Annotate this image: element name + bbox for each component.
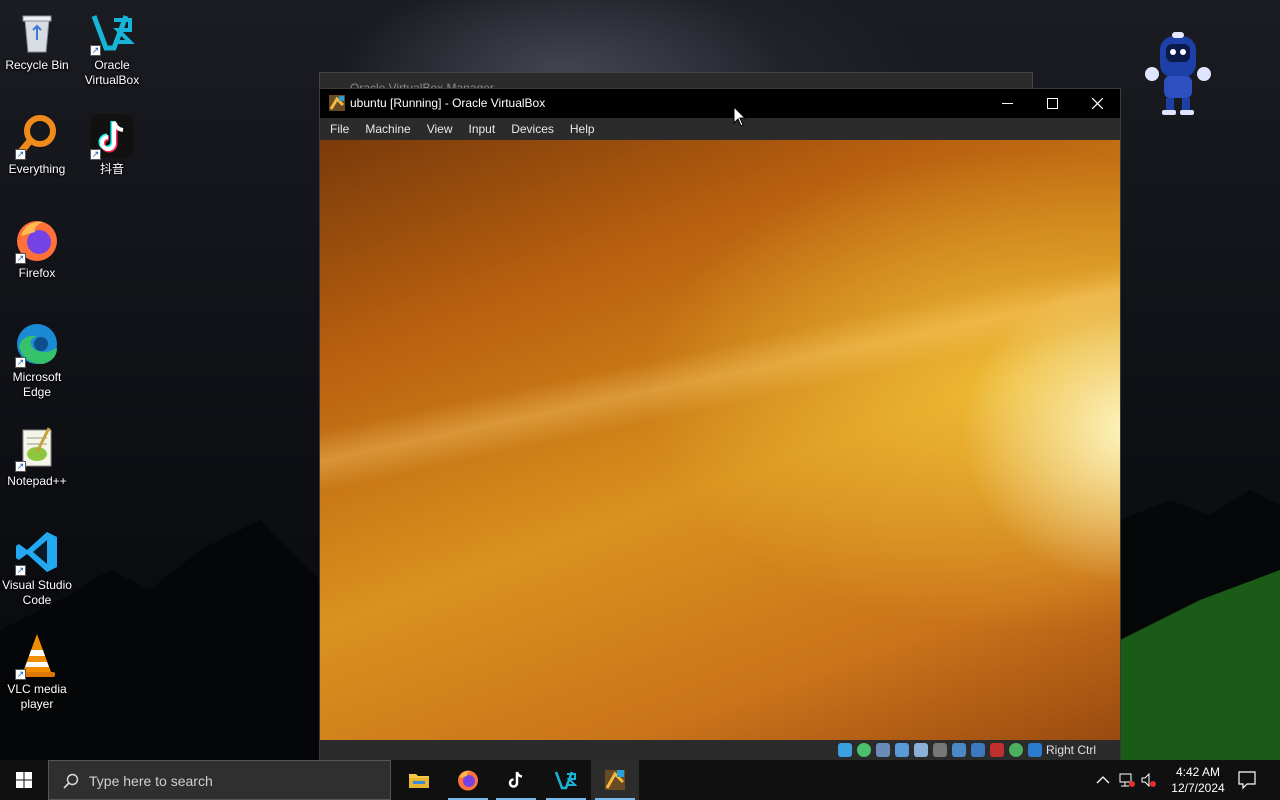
desktop-icon-douyin[interactable]: ↗ 抖音 [75,112,149,177]
mouse-cursor-icon [733,106,747,127]
shortcut-arrow-icon: ↗ [15,357,26,368]
hard-disk-icon[interactable] [838,743,852,757]
taskbar-search-box[interactable]: Type here to search [48,760,391,800]
windows-logo-icon [16,772,32,788]
desktop-icon-vlc[interactable]: ↗ VLC media player [0,632,74,712]
virtualbox-icon [554,771,578,790]
firefox-icon [458,770,478,791]
edge-icon: ↗ [13,320,61,368]
optical-drive-icon[interactable] [857,743,871,757]
host-key-label: Right Ctrl [1046,743,1097,757]
clock-date: 12/7/2024 [1171,781,1225,795]
taskbar-virtualbox-manager[interactable] [542,760,590,800]
cpu-icon[interactable] [990,743,1004,757]
window-title: ubuntu [Running] - Oracle VirtualBox [350,96,546,110]
wallpaper-light-streak [320,253,1120,500]
search-icon [63,773,79,789]
system-clock[interactable]: 4:42 AM 12/7/2024 [1158,764,1238,796]
desktop-icon-vscode[interactable]: ↗ Visual Studio Code [0,528,74,608]
vscode-icon: ↗ [13,528,61,576]
chevron-up-icon[interactable] [1094,770,1112,790]
virtualbox-vm-icon [329,95,345,111]
firefox-icon: ↗ [13,216,61,264]
display-icon[interactable] [952,743,966,757]
start-button[interactable] [0,760,48,800]
folder-icon [409,774,429,788]
desktop-icon-notepadpp[interactable]: ↗ Notepad++ [0,424,74,489]
shortcut-arrow-icon: ↗ [90,45,101,56]
shortcut-arrow-icon: ↗ [15,565,26,576]
menu-view[interactable]: View [417,118,459,140]
menu-machine[interactable]: Machine [355,118,416,140]
notepad-plus-plus-icon: ↗ [13,424,61,472]
desktop-icon-edge[interactable]: ↗ Microsoft Edge [0,320,74,400]
taskbar-file-explorer[interactable] [395,760,443,800]
title-bar[interactable]: ubuntu [Running] - Oracle VirtualBox [320,89,1120,118]
keyboard-icon[interactable] [1028,743,1042,757]
close-icon [1092,98,1103,109]
shortcut-arrow-icon: ↗ [15,669,26,680]
menu-devices[interactable]: Devices [501,118,560,140]
mouse-integration-icon[interactable] [1009,743,1023,757]
everything-search-icon: ↗ [13,112,61,160]
menu-help[interactable]: Help [560,118,601,140]
volume-muted-icon[interactable] [1140,770,1158,790]
desktop-icon-recycle-bin[interactable]: Recycle Bin [0,8,74,73]
minimize-button[interactable] [984,89,1030,118]
maximize-button[interactable] [1029,89,1075,118]
menu-bar: File Machine View Input Devices Help [320,118,1120,140]
vlc-cone-icon: ↗ [13,632,61,680]
taskbar-virtualbox-vm[interactable] [591,760,639,800]
taskbar-firefox[interactable] [444,760,492,800]
shortcut-arrow-icon: ↗ [15,149,26,160]
desktop-icon-everything[interactable]: ↗ Everything [0,112,74,177]
recording-icon[interactable] [971,743,985,757]
maximize-icon [1047,98,1058,109]
recycle-bin-icon [13,8,61,56]
search-placeholder: Type here to search [89,773,213,789]
taskbar-tiktok[interactable] [492,760,540,800]
desktop-icon-virtualbox[interactable]: ↗ Oracle VirtualBox [75,8,149,88]
network-icon[interactable] [1118,770,1136,790]
status-bar: Right Ctrl [320,740,1120,760]
tiktok-icon [508,771,523,788]
clock-time: 4:42 AM [1175,765,1221,779]
vm-display[interactable] [320,140,1120,740]
virtualbox-vm-icon [605,770,625,790]
shared-folders-icon[interactable] [933,743,947,757]
virtualbox-icon: ↗ [88,8,136,56]
shortcut-arrow-icon: ↗ [15,253,26,264]
shortcut-arrow-icon: ↗ [90,149,101,160]
vm-window[interactable]: ubuntu [Running] - Oracle VirtualBox Fil… [319,88,1121,760]
robot-mascot-icon[interactable] [1142,30,1214,116]
notification-center-icon[interactable] [1230,768,1264,792]
close-button[interactable] [1074,89,1120,118]
usb-icon[interactable] [914,743,928,757]
taskbar: Type here to search 4:42 AM 12/7/2024 [0,760,1280,800]
network-icon[interactable] [895,743,909,757]
menu-file[interactable]: File [320,118,355,140]
tiktok-icon: ↗ [88,112,136,160]
audio-icon[interactable] [876,743,890,757]
desktop-icon-firefox[interactable]: ↗ Firefox [0,216,74,281]
shortcut-arrow-icon: ↗ [15,461,26,472]
minimize-icon [1002,103,1013,104]
menu-input[interactable]: Input [459,118,502,140]
